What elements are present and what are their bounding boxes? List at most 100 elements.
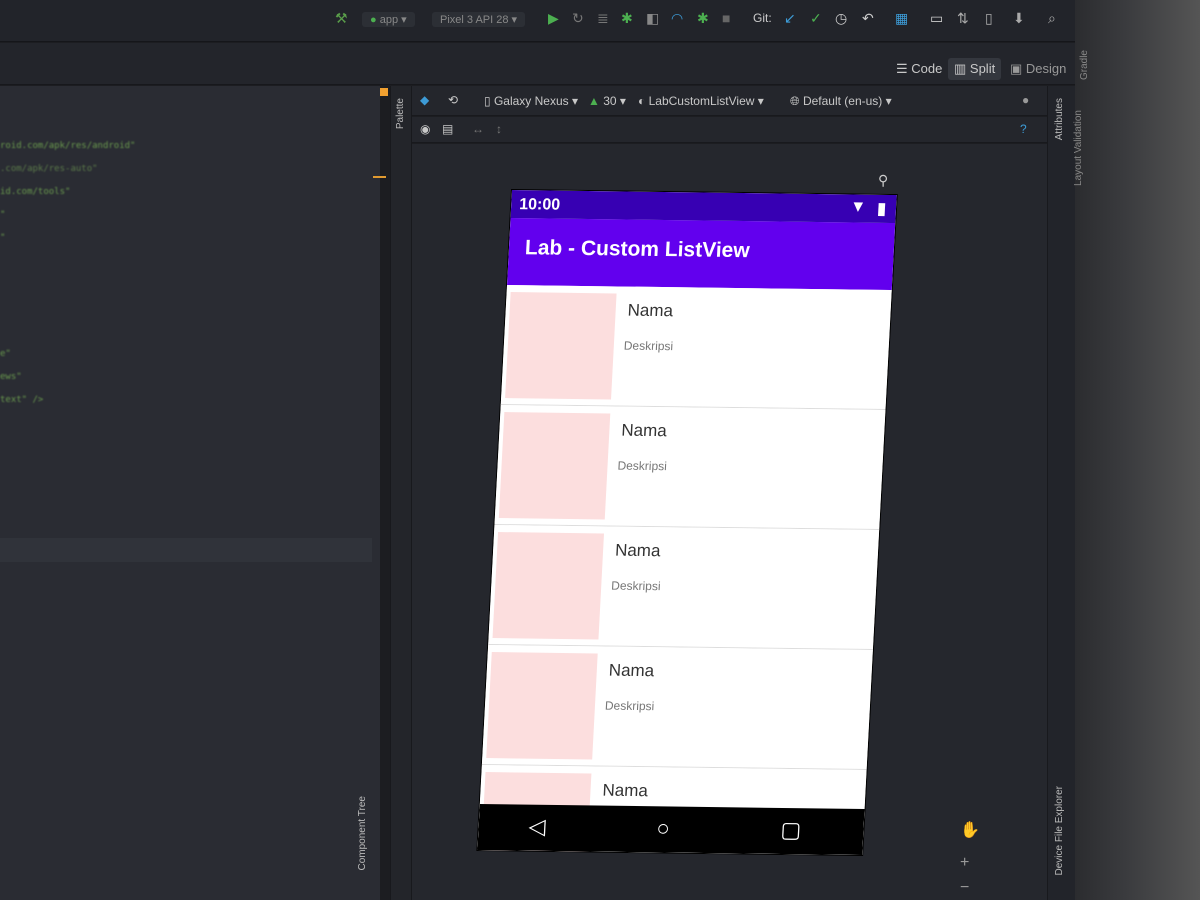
item-name: Nama <box>608 660 655 681</box>
git-commit-icon[interactable]: ✓ <box>810 10 822 27</box>
code-line: ews" <box>0 372 22 382</box>
monitor-bezel: Gradle Layout Validation <box>1073 0 1200 900</box>
blueprint-toggle-icon[interactable]: ▤ <box>442 122 453 136</box>
code-line: .com/apk/res-auto" <box>0 164 98 174</box>
horizontal-resize-icon[interactable]: ↔ <box>472 122 484 136</box>
list-item[interactable]: Nama Deskripsi <box>481 645 873 771</box>
app-title: Lab - Custom ListView <box>524 236 751 263</box>
code-line: " <box>0 210 6 220</box>
warning-stripe[interactable] <box>373 176 386 178</box>
warning-marker[interactable] <box>380 88 388 96</box>
item-name: Nama <box>620 420 668 441</box>
code-line: id.com/tools" <box>0 187 71 197</box>
git-update-icon[interactable]: ↙ <box>784 10 796 27</box>
api-label: 30 <box>603 94 617 108</box>
right-tool-strip: Attributes Device File Explorer <box>1047 86 1075 900</box>
home-icon[interactable]: ○ <box>656 815 671 841</box>
view-options-eye-icon[interactable]: ◉ <box>420 122 430 136</box>
git-label: Git: <box>753 11 772 25</box>
pan-hand-icon[interactable]: ✋ <box>960 820 980 840</box>
design-toolbar-secondary: ◉ ▤ ↔ ↕ ? <box>412 117 1047 143</box>
list-item[interactable]: Nama Deskripsi <box>494 405 886 531</box>
code-editor[interactable]: roid.com/apk/res/android" .com/apk/res-a… <box>0 86 388 900</box>
battery-icon: ▮ <box>876 200 887 218</box>
run-icon[interactable]: ▶ <box>548 10 559 27</box>
app-bar: Lab - Custom ListView <box>507 218 896 291</box>
warnings-icon[interactable]: ● <box>1022 93 1029 107</box>
run-config-dropdown[interactable]: ● app ▾ <box>362 12 415 27</box>
attributes-tab[interactable]: Attributes <box>1054 98 1065 140</box>
navigation-bar: ◁ ○ ▢ <box>477 804 865 856</box>
api-dropdown[interactable]: ▲ 30 ▾ <box>588 94 626 108</box>
list-item[interactable]: Nama Deskripsi <box>500 285 892 411</box>
item-name: Nama <box>627 300 674 321</box>
palette-tab[interactable]: Palette <box>395 98 406 129</box>
device-dropdown[interactable]: Pixel 3 API 28 ▾ <box>432 12 526 27</box>
debug-icon[interactable]: ✱ <box>621 10 633 27</box>
project-structure-icon[interactable]: ▦ <box>895 10 908 27</box>
design-toolbar: ◆ ⟲ ▯ Galaxy Nexus ▾ ▲ 30 ▾ ◐ LabCustomL… <box>412 86 1047 116</box>
split-label: Split <box>969 61 996 76</box>
zoom-out-icon[interactable]: − <box>960 879 969 897</box>
device-label: Pixel 3 API 28 <box>440 14 509 26</box>
list-item[interactable]: Nama Deskripsi <box>488 525 880 651</box>
palette-strip: Palette Component Tree <box>357 86 412 900</box>
split-view-button[interactable]: ▥ Split <box>948 58 1002 80</box>
help-icon[interactable]: ? <box>1020 122 1027 136</box>
profiler-icon[interactable]: ◠ <box>671 10 683 27</box>
vertical-resize-icon[interactable]: ↕ <box>496 122 502 136</box>
apply-code-icon[interactable]: ≣ <box>597 10 609 27</box>
component-tree-tab[interactable]: Component Tree <box>357 796 368 871</box>
code-line: text" /> <box>0 395 44 405</box>
git-rollback-icon[interactable]: ↶ <box>862 10 874 27</box>
list-view[interactable]: Nama Deskripsi Nama Deskripsi Nama Deskrips… <box>477 285 892 856</box>
sdk-manager-icon[interactable]: ⬇ <box>1013 10 1025 27</box>
gradle-tab[interactable]: Gradle <box>1079 50 1090 80</box>
code-view-button[interactable]: ☰ Code <box>890 58 948 80</box>
design-view-button[interactable]: ▣ Design <box>1004 58 1072 80</box>
design-surface-icon[interactable]: ◆ <box>420 93 429 107</box>
run-config-label: app <box>379 14 399 26</box>
item-description: Deskripsi <box>617 458 668 474</box>
build-hammer-icon[interactable]: ⚒ <box>335 10 348 27</box>
device-dropdown[interactable]: ▯ Galaxy Nexus ▾ <box>484 94 578 108</box>
apply-changes-icon[interactable]: ↻ <box>572 10 584 27</box>
wrench-icon[interactable]: ⚲ <box>878 172 888 189</box>
code-line: e" <box>0 349 11 359</box>
code-line: " <box>0 233 6 243</box>
layout-validation-tab[interactable]: Layout Validation <box>1073 110 1084 186</box>
device-label: Galaxy Nexus <box>493 94 569 108</box>
item-image <box>492 532 605 640</box>
avd-manager-icon[interactable]: ▯ <box>985 10 993 27</box>
item-image <box>505 292 617 400</box>
terminal-icon[interactable]: ▭ <box>930 10 943 27</box>
sync-gradle-icon[interactable]: ⇅ <box>957 10 969 27</box>
status-time: 10:00 <box>518 196 561 214</box>
locale-label: Default (en-us) <box>802 94 883 108</box>
wifi-icon: ▼ <box>849 198 867 216</box>
attach-debugger-icon[interactable]: ✱ <box>697 10 709 27</box>
device-file-explorer-tab[interactable]: Device File Explorer <box>1054 786 1065 875</box>
item-image <box>486 652 598 760</box>
code-line: roid.com/apk/res/android" <box>0 141 136 151</box>
item-image <box>498 412 611 520</box>
theme-label: LabCustomListView <box>648 94 755 108</box>
back-icon[interactable]: ◁ <box>528 814 546 840</box>
item-name: Nama <box>602 780 649 801</box>
locale-dropdown[interactable]: 🌐︎ Default (en-us) ▾ <box>790 94 892 109</box>
git-history-icon[interactable]: ◷ <box>835 10 847 27</box>
item-description: Deskripsi <box>623 338 674 354</box>
search-icon[interactable]: ⌕ <box>1048 10 1056 27</box>
status-bar: 10:00 ▼ ▮ <box>510 190 897 224</box>
main-toolbar: ⚒ ● app ▾ Pixel 3 API 28 ▾ ▶ ↻ ≣ ✱ ◧ ◠ ✱… <box>0 0 1075 42</box>
item-description: Deskripsi <box>604 698 655 714</box>
orientation-icon[interactable]: ⟲ <box>448 93 458 107</box>
phone-preview[interactable]: 10:00 ▼ ▮ Lab - Custom ListView Nama Desk… <box>477 190 897 856</box>
stop-icon[interactable]: ■ <box>722 10 730 26</box>
recents-icon[interactable]: ▢ <box>780 817 802 843</box>
theme-dropdown[interactable]: ◐ LabCustomListView ▾ <box>638 94 764 108</box>
zoom-in-icon[interactable]: + <box>960 854 969 872</box>
coverage-icon[interactable]: ◧ <box>646 10 659 27</box>
item-description: Deskripsi <box>610 578 661 594</box>
current-line-highlight <box>0 538 372 562</box>
